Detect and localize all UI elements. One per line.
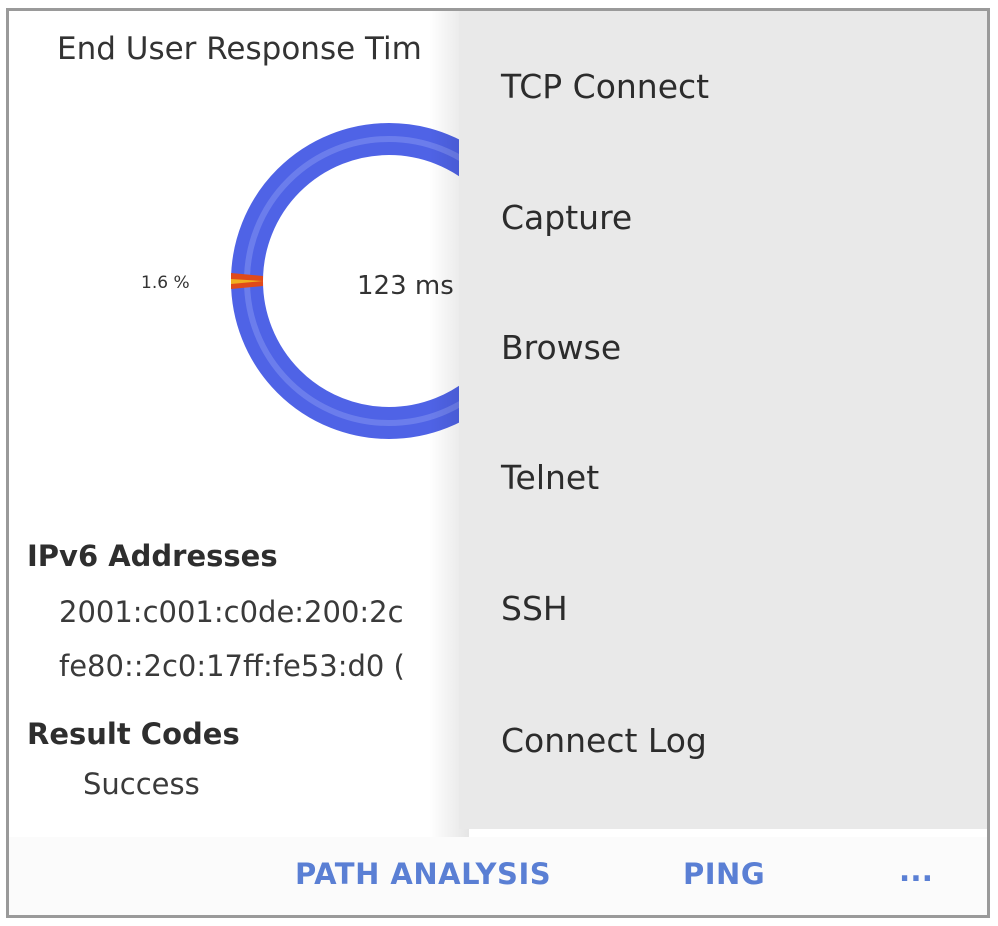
ping-button[interactable]: PING bbox=[683, 857, 765, 891]
menu-item-telnet[interactable]: Telnet bbox=[501, 448, 971, 508]
ipv6-address-2: fe80::2c0:17ff:fe53:d0 ( bbox=[59, 649, 405, 683]
donut-percent-label: 1.6 % bbox=[141, 273, 190, 293]
menu-item-ssh[interactable]: SSH bbox=[501, 579, 971, 639]
screen-frame: End User Response Tim 1.6 % 123 ms IPv6 … bbox=[6, 8, 990, 918]
menu-item-browse[interactable]: Browse bbox=[501, 318, 971, 378]
ipv6-address-1: 2001:c001:c0de:200:2c bbox=[59, 595, 404, 629]
menu-item-connect-log[interactable]: Connect Log bbox=[501, 711, 971, 771]
menu-item-tcp-connect[interactable]: TCP Connect bbox=[501, 57, 971, 117]
chart-title: End User Response Tim bbox=[57, 31, 422, 67]
result-codes-heading: Result Codes bbox=[27, 717, 240, 751]
overflow-popup-menu: TCP Connect Capture Browse Telnet SSH Co… bbox=[459, 11, 987, 829]
more-dots-icon: ... bbox=[898, 853, 934, 889]
overflow-menu-button[interactable]: ... bbox=[881, 851, 951, 891]
path-analysis-button[interactable]: PATH ANALYSIS bbox=[295, 857, 551, 891]
ipv6-addresses-heading: IPv6 Addresses bbox=[27, 539, 278, 573]
menu-item-capture[interactable]: Capture bbox=[501, 188, 971, 248]
result-code-value: Success bbox=[83, 767, 200, 801]
results-panel: End User Response Tim 1.6 % 123 ms IPv6 … bbox=[9, 11, 987, 915]
